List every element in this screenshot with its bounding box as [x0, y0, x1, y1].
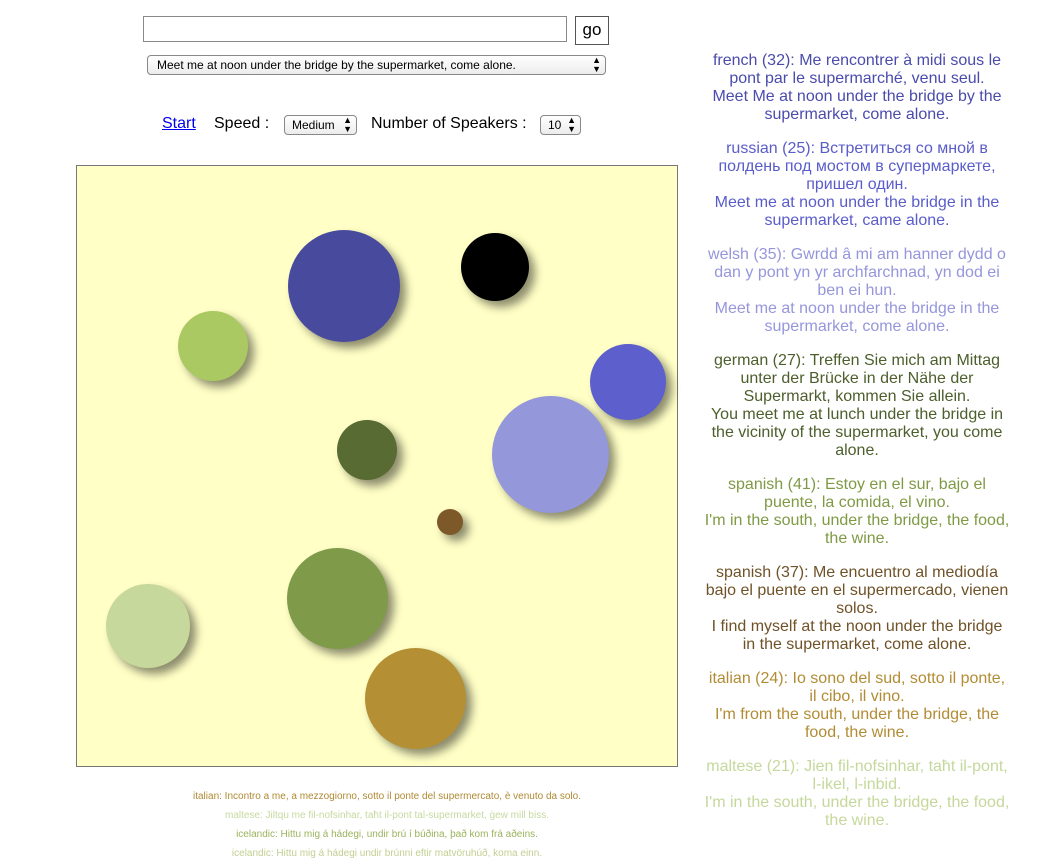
select-arrows-icon: ▲ ▼: [592, 55, 601, 74]
speaker-circle[interactable]: [492, 396, 609, 513]
speakers-select[interactable]: 10 ▲ ▼: [540, 115, 581, 135]
english-backtranslation: Meet me at noon under the bridge in the …: [714, 194, 1000, 229]
translation-entry: spanish (41): Estoy en el sur, bajo el p…: [704, 476, 1010, 548]
translation-text: french (32): Me rencontrer à midi sous l…: [712, 52, 1002, 87]
translation-text: spanish (37): Me encuentro al mediodía b…: [705, 564, 1009, 617]
english-backtranslation: Meet Me at noon under the bridge by the …: [712, 88, 1002, 123]
translation-text: spanish (41): Estoy en el sur, bajo el p…: [728, 476, 986, 511]
translation-text: italian (24): Io sono del sud, sotto il …: [708, 670, 1006, 705]
log-line: italian: Incontro a me, a mezzogiorno, s…: [193, 791, 581, 802]
phrase-select[interactable]: Meet me at noon under the bridge by the …: [147, 55, 606, 75]
speakers-label: Number of Speakers :: [371, 115, 527, 132]
speaker-circle[interactable]: [590, 344, 666, 420]
english-backtranslation: I'm from the south, under the bridge, th…: [714, 706, 1000, 741]
english-backtranslation: I'm in the south, under the bridge, the …: [704, 794, 1010, 829]
go-button[interactable]: go: [575, 16, 609, 45]
english-backtranslation: You meet me at lunch under the bridge in…: [710, 406, 1004, 459]
translation-text: russian (25): Встретиться со мной в полд…: [718, 140, 996, 193]
select-arrows-icon: ▲ ▼: [343, 115, 352, 134]
translation-text: maltese (21): Jien fil-nofsinhar, taħt i…: [706, 758, 1008, 793]
translation-entry: welsh (35): Gwrdd â mi am hanner dydd o …: [704, 246, 1010, 336]
translation-entry: spanish (37): Me encuentro al mediodía b…: [704, 564, 1010, 654]
speaker-circle[interactable]: [288, 230, 400, 342]
translation-entry: maltese (21): Jien fil-nofsinhar, taħt i…: [704, 758, 1010, 830]
log-line: maltese: Jiltqu me fil-nofsinhar, taħt i…: [224, 810, 549, 821]
english-backtranslation: I'm in the south, under the bridge, the …: [704, 512, 1010, 547]
start-link[interactable]: Start: [162, 114, 196, 134]
translation-text: welsh (35): Gwrdd â mi am hanner dydd o …: [708, 246, 1006, 299]
speaker-circle[interactable]: [178, 311, 248, 381]
speaker-circle[interactable]: [461, 233, 529, 301]
speakers-select-value: 10: [548, 118, 562, 132]
log-line: icelandic: Hittu mig á hádegi, undir brú…: [236, 829, 538, 840]
english-backtranslation: I find myself at the noon under the brid…: [711, 618, 1003, 653]
log-line: icelandic: Hittu mig á hádegi undir brún…: [231, 848, 543, 859]
english-backtranslation: Meet me at noon under the bridge in the …: [714, 300, 1000, 335]
speed-select-value: Medium: [292, 118, 335, 132]
phrase-select-value: Meet me at noon under the bridge by the …: [157, 58, 516, 72]
translation-entry: russian (25): Встретиться со мной в полд…: [704, 140, 1010, 230]
speaker-circle[interactable]: [287, 548, 388, 649]
translation-text: german (27): Treffen Sie mich am Mittag …: [713, 352, 1001, 405]
search-input[interactable]: [143, 16, 567, 42]
select-arrows-icon: ▲ ▼: [567, 115, 576, 134]
speaker-circle[interactable]: [365, 648, 466, 749]
speed-label: Speed :: [214, 115, 270, 132]
speaker-circle[interactable]: [437, 509, 463, 535]
translation-entry: italian (24): Io sono del sud, sotto il …: [704, 670, 1010, 742]
translation-entry: german (27): Treffen Sie mich am Mittag …: [704, 352, 1010, 460]
speed-select[interactable]: Medium ▲ ▼: [284, 115, 357, 135]
speaker-circle[interactable]: [337, 420, 397, 480]
speaker-circle[interactable]: [106, 584, 190, 668]
speaker-stage: [76, 165, 678, 767]
translation-entry: french (32): Me rencontrer à midi sous l…: [704, 52, 1010, 124]
